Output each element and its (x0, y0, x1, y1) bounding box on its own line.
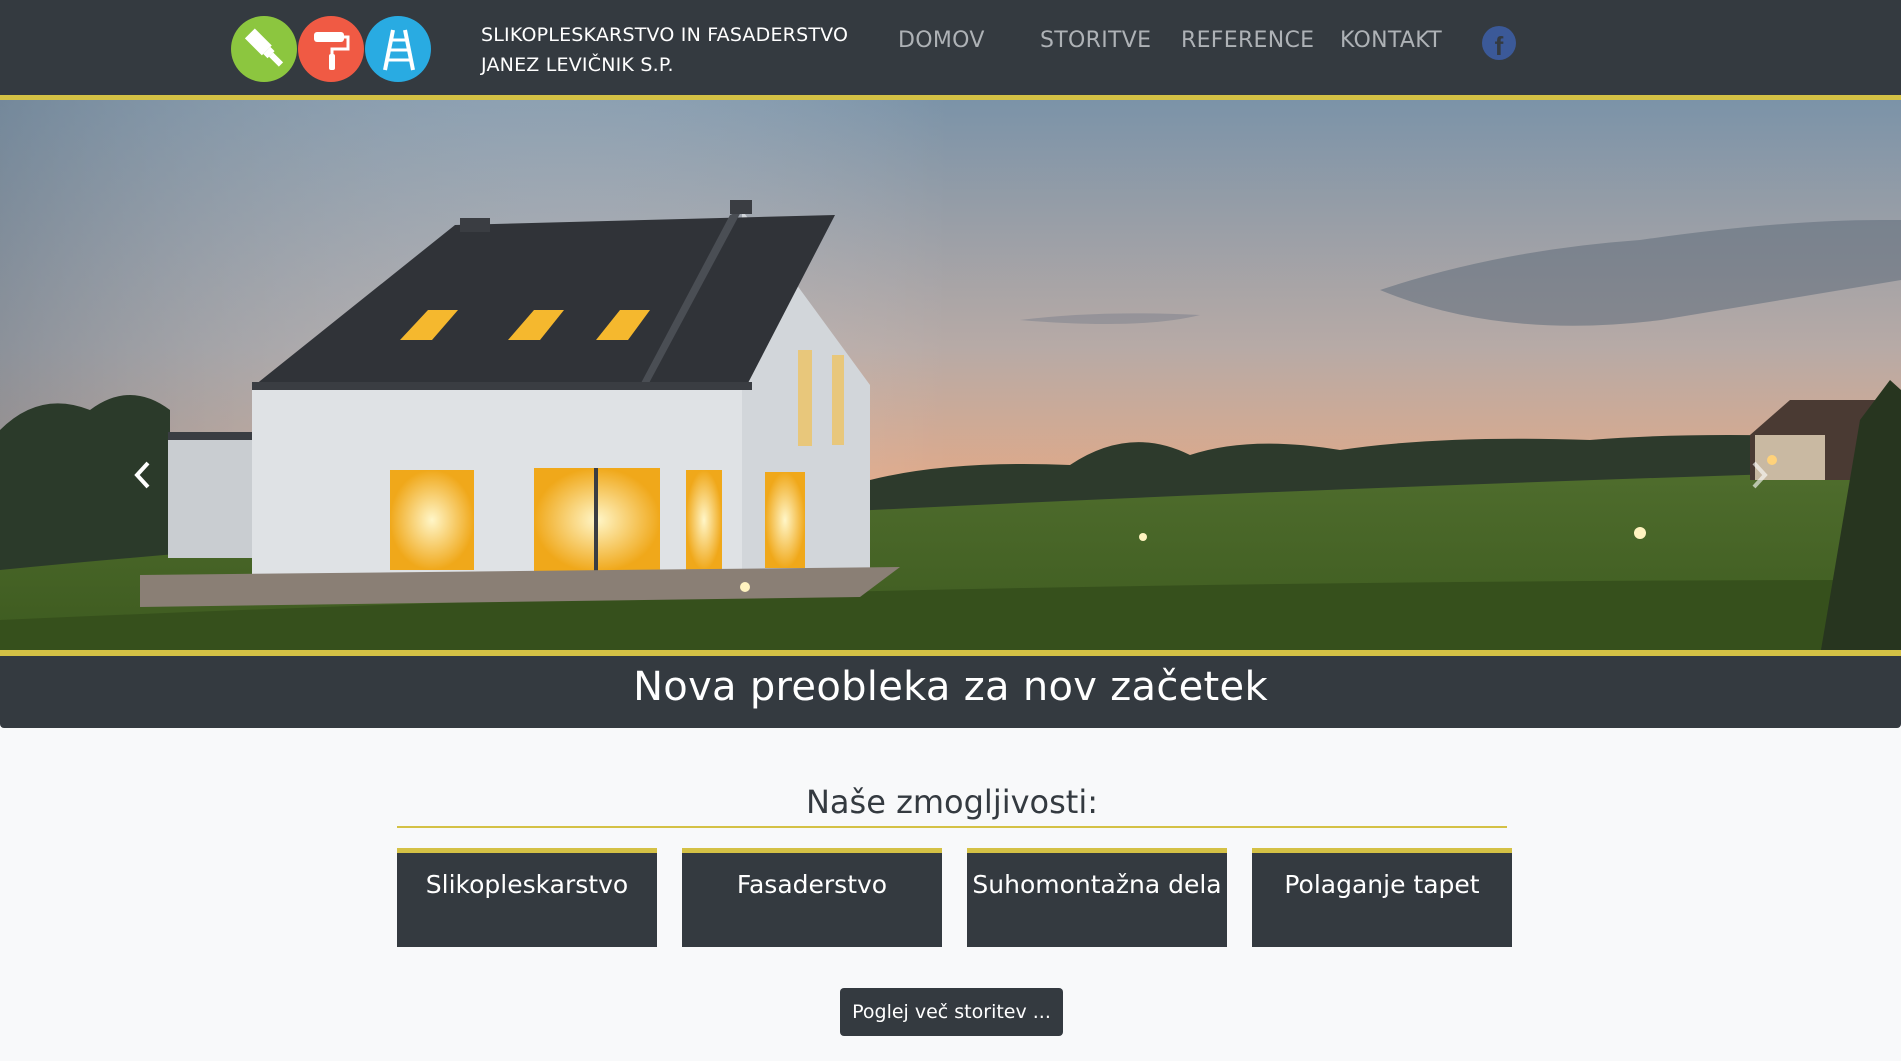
nav-services[interactable]: STORITVE (1040, 28, 1151, 53)
brand-line2: JANEZ LEVIČNIK S.P. (481, 54, 674, 76)
brand-name[interactable]: SLIKOPLESKARSTVO IN FASADERSTVO JANEZ LE… (481, 20, 848, 80)
hero-image (0, 100, 1901, 650)
chevron-right-icon (1752, 461, 1768, 489)
service-card-facades[interactable]: Fasaderstvo (682, 848, 942, 947)
brand-line1: SLIKOPLESKARSTVO IN FASADERSTVO (481, 24, 849, 46)
nav-contact[interactable]: KONTAKT (1340, 28, 1442, 53)
service-card-painting[interactable]: Slikopleskarstvo (397, 848, 657, 947)
carousel-prev-button[interactable] (128, 455, 158, 495)
more-services-button[interactable]: Poglej več storitev ... (840, 988, 1063, 1036)
paint-roller-icon (298, 16, 364, 82)
section-divider (397, 826, 1507, 828)
carousel-next-button[interactable] (1744, 455, 1774, 495)
hero-carousel (0, 100, 1901, 650)
service-card-drywall[interactable]: Suhomontažna dela (967, 848, 1227, 947)
service-card-wallpaper[interactable]: Polaganje tapet (1252, 848, 1512, 947)
logo[interactable] (231, 16, 431, 82)
nav-home[interactable]: DOMOV (898, 28, 985, 53)
navbar: SLIKOPLESKARSTVO IN FASADERSTVO JANEZ LE… (0, 0, 1901, 100)
chevron-left-icon (134, 461, 150, 489)
paint-brush-icon (231, 16, 297, 82)
facebook-icon[interactable]: f (1482, 26, 1516, 60)
section-title: Naše zmogljivosti: (805, 783, 1098, 821)
ladder-icon (365, 16, 431, 82)
nav-references[interactable]: REFERENCE (1181, 28, 1314, 53)
hero-caption: Nova preobleka za nov začetek (633, 664, 1268, 710)
